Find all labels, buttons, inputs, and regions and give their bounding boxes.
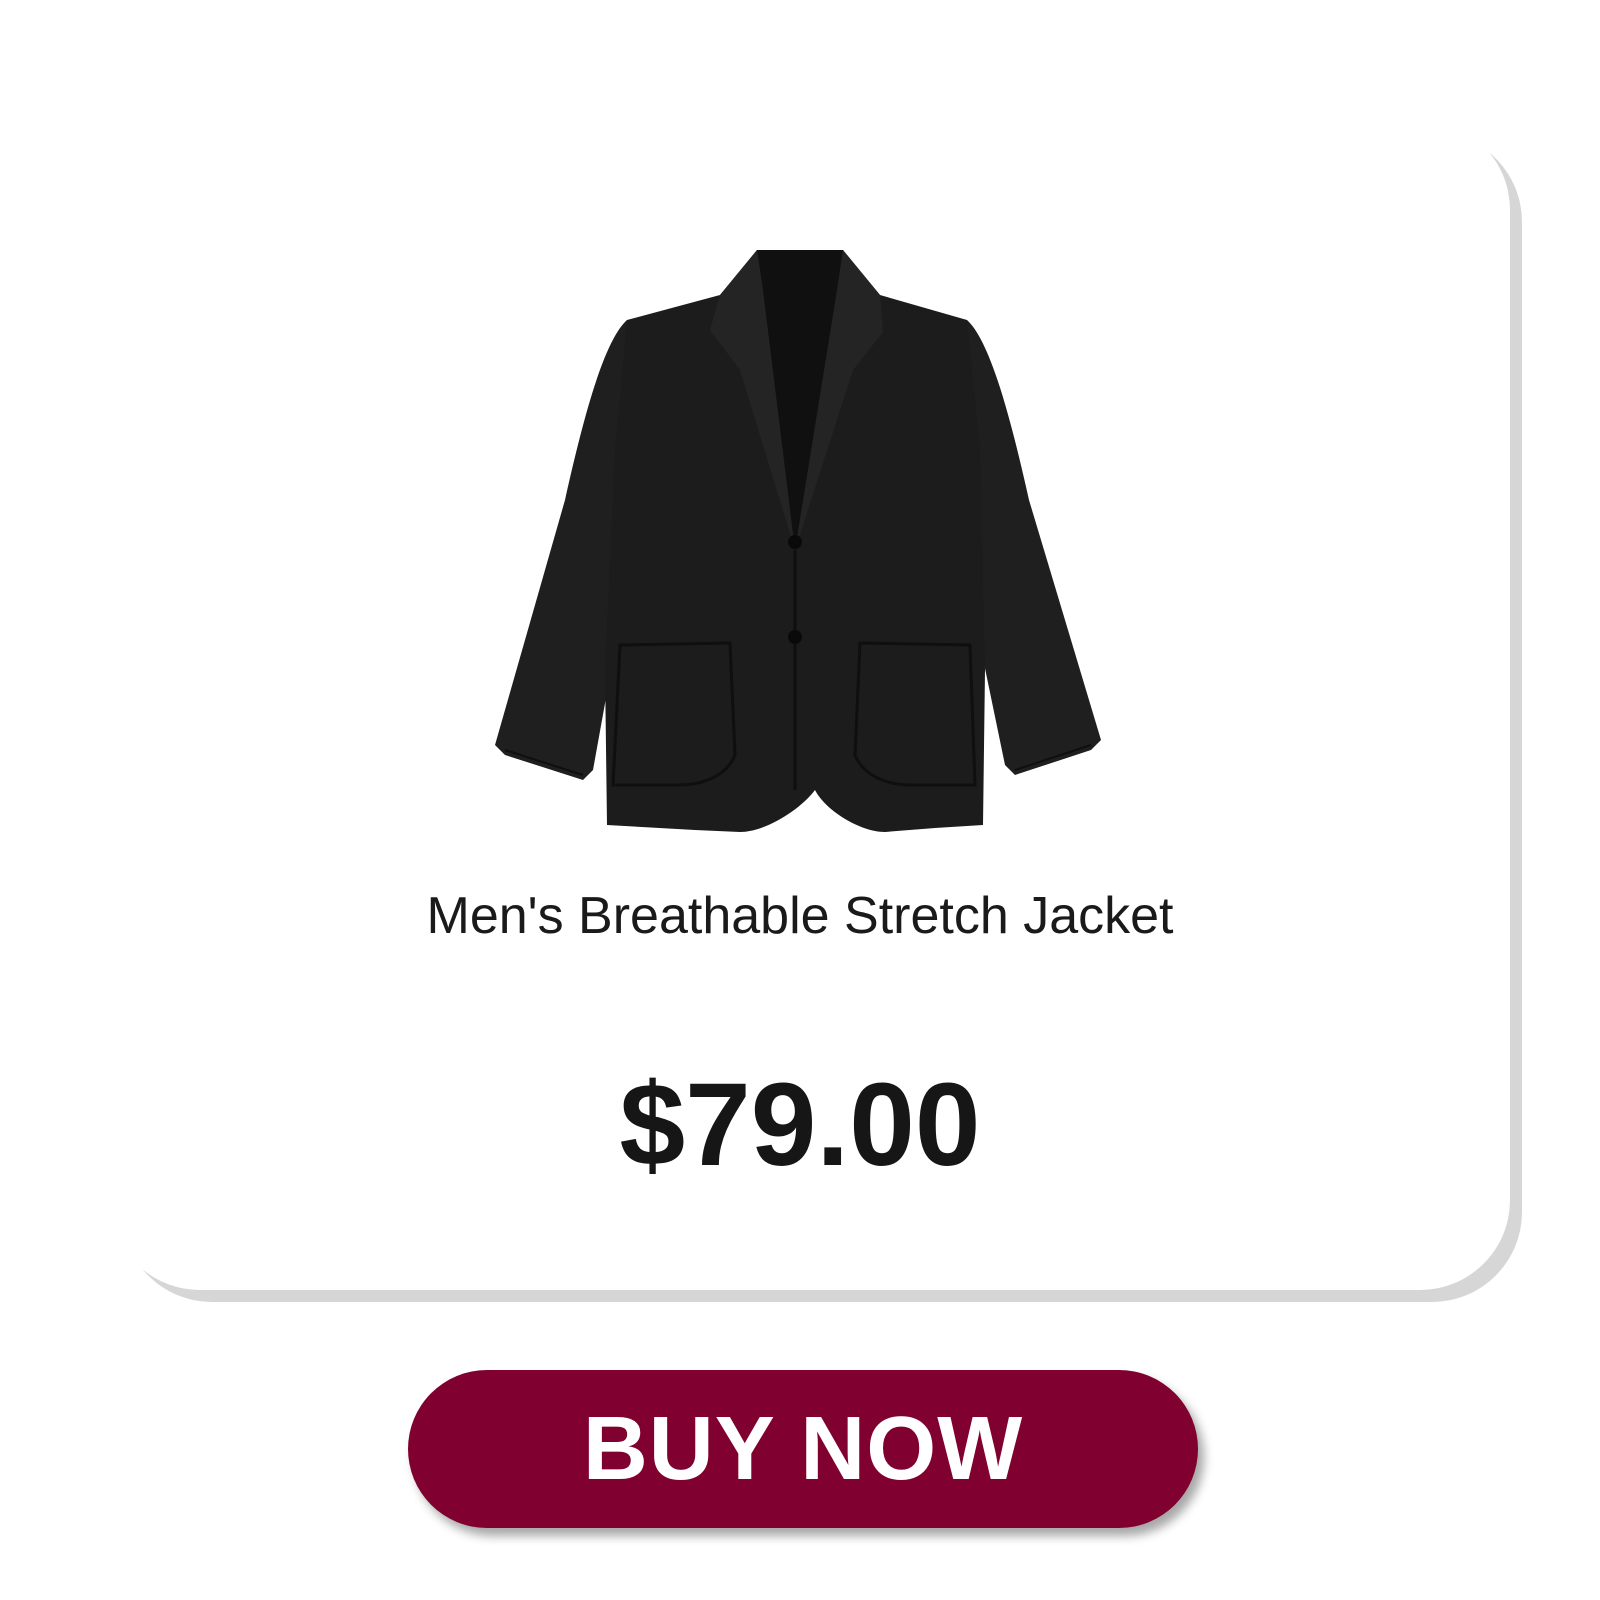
product-title[interactable]: Men's Breathable Stretch Jacket [400, 885, 1200, 947]
buy-now-label: BUY NOW [582, 1398, 1024, 1499]
product-image[interactable] [495, 250, 1115, 850]
jacket-button-bottom [788, 630, 802, 644]
jacket-button-top [788, 535, 802, 549]
buy-now-button[interactable]: BUY NOW [408, 1370, 1198, 1528]
ad-stage: Men's Breathable Stretch Jacket $79.00 B… [0, 0, 1600, 1600]
product-price: $79.00 [619, 1059, 981, 1191]
